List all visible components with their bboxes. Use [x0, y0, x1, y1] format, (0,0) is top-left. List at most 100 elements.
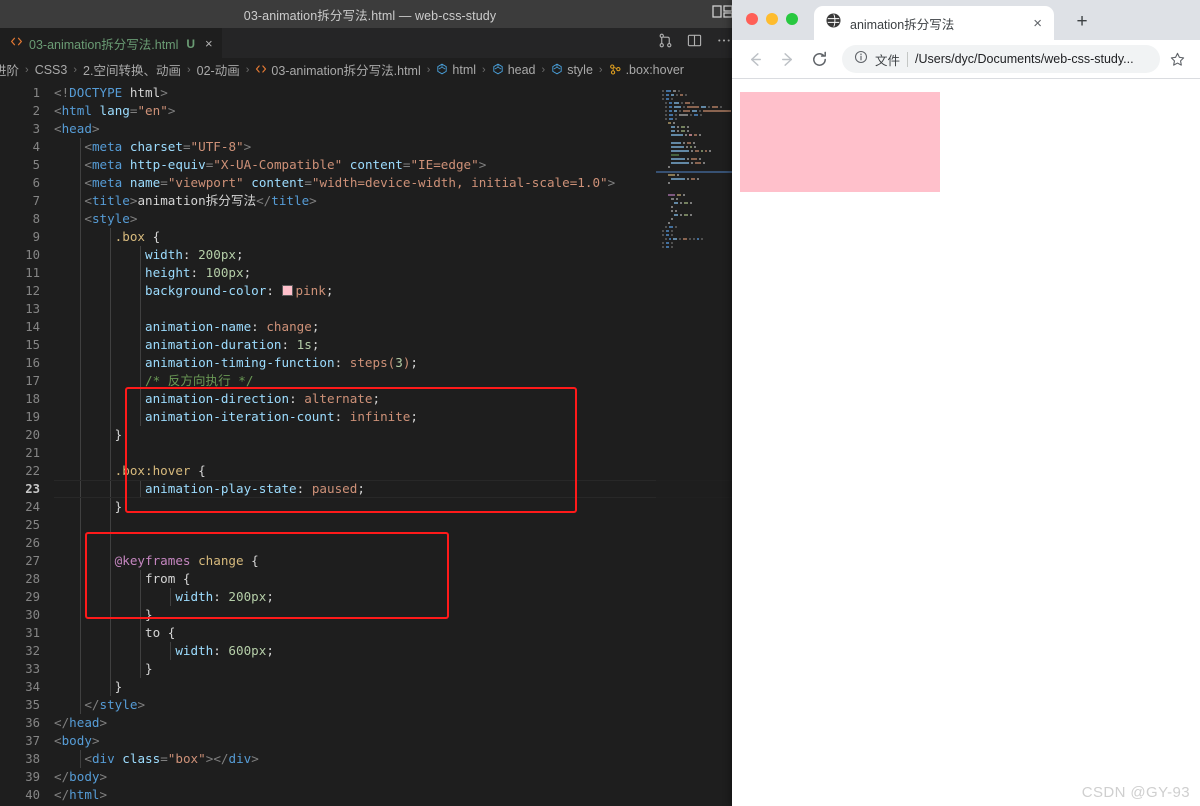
code-token: { — [175, 571, 191, 586]
code-line[interactable]: 38 <div class="box"></div> — [0, 750, 740, 768]
minimap-token — [690, 114, 692, 116]
close-window-button[interactable] — [746, 13, 758, 25]
new-tab-button[interactable]: + — [1069, 8, 1095, 34]
breadcrumb-item[interactable]: 02-动画 — [197, 60, 240, 79]
code-line[interactable]: 28 from { — [0, 570, 740, 588]
code-line[interactable]: 32 width: 600px; — [0, 642, 740, 660]
info-circle-icon[interactable] — [854, 50, 868, 69]
breadcrumb-item[interactable]: 2.空间转换、动画 — [83, 60, 181, 79]
code-line[interactable]: 6 <meta name="viewport" content="width=d… — [0, 174, 740, 192]
forward-button[interactable] — [772, 44, 802, 74]
back-button[interactable] — [740, 44, 770, 74]
indent-guide — [110, 318, 111, 336]
split-editor-icon[interactable] — [687, 33, 702, 53]
indent-guide — [80, 228, 81, 246]
code-line[interactable]: 7 <title>animation拆分写法</title> — [0, 192, 740, 210]
code-line[interactable]: 22 .box:hover { — [0, 462, 740, 480]
breadcrumb-item[interactable]: 03-animation拆分写法.html — [255, 60, 421, 79]
maximize-window-button[interactable] — [786, 13, 798, 25]
code-token: animation-duration — [145, 337, 282, 352]
code-line[interactable]: 35 </style> — [0, 696, 740, 714]
code-line[interactable]: 25 — [0, 516, 740, 534]
indent-guide — [80, 516, 81, 534]
code-line[interactable]: 40 </html> — [0, 786, 740, 804]
minimap-token — [691, 178, 695, 180]
indent-guide — [110, 552, 111, 570]
code-token: ; — [243, 265, 252, 280]
url-text[interactable]: /Users/dyc/Documents/web-css-study... — [915, 52, 1148, 66]
code-token: > — [91, 733, 100, 748]
line-number: 15 — [25, 338, 40, 352]
minimize-window-button[interactable] — [766, 13, 778, 25]
breadcrumb-item[interactable]: CSS3 — [35, 63, 68, 77]
code-line[interactable]: 17 /* 反方向执行 */ — [0, 372, 740, 390]
code-line[interactable]: 19 animation-iteration-count: infinite; — [0, 408, 740, 426]
code-line[interactable]: 34 } — [0, 678, 740, 696]
code-line[interactable]: 30 } — [0, 606, 740, 624]
code-line[interactable]: 2 <html lang="en"> — [0, 102, 740, 120]
code-line-text: <body> — [54, 732, 740, 750]
code-line[interactable]: 11 height: 100px; — [0, 264, 740, 282]
code-line[interactable]: 37 <body> — [0, 732, 740, 750]
code-line[interactable]: 4 <meta charset="UTF-8"> — [0, 138, 740, 156]
code-line[interactable]: 15 animation-duration: 1s; — [0, 336, 740, 354]
indent-guide — [140, 246, 141, 264]
code-token: "IE=edge" — [410, 157, 479, 172]
code-line[interactable]: 9 .box { — [0, 228, 740, 246]
code-token: < — [84, 751, 92, 766]
address-bar[interactable]: 文件 /Users/dyc/Documents/web-css-study... — [842, 45, 1160, 73]
browser-tab[interactable]: animation拆分写法 × — [814, 6, 1054, 40]
code-line[interactable]: 33 } — [0, 660, 740, 678]
code-token: </ — [54, 715, 70, 730]
indent-guide — [80, 642, 81, 660]
editor-layout-icon[interactable] — [712, 4, 734, 24]
code-line[interactable]: 21 — [0, 444, 740, 462]
editor-tab-active[interactable]: 03-animation拆分写法.html U × — [0, 28, 222, 58]
code-line[interactable]: 27 @keyframes change { — [0, 552, 740, 570]
indent-guide — [80, 462, 81, 480]
code-line[interactable]: 36 </head> — [0, 714, 740, 732]
code-line[interactable]: 13 — [0, 300, 740, 318]
source-control-icon[interactable] — [658, 33, 673, 53]
close-icon[interactable]: × — [1029, 16, 1046, 31]
minimap-token — [665, 114, 667, 116]
code-line[interactable]: 23 animation-play-state: paused; — [0, 480, 740, 498]
indent-guide — [80, 372, 81, 390]
more-actions-icon[interactable] — [716, 33, 732, 53]
code-line[interactable]: 10 width: 200px; — [0, 246, 740, 264]
indent-guide — [140, 408, 141, 426]
code-line[interactable]: 39 </body> — [0, 768, 740, 786]
omnibox-divider — [907, 51, 909, 67]
bookmark-star-icon[interactable] — [1162, 44, 1192, 74]
line-number: 28 — [25, 572, 40, 586]
code-line[interactable]: 29 width: 200px; — [0, 588, 740, 606]
breadcrumb-item[interactable]: .box:hover — [609, 63, 684, 77]
code-line[interactable]: 5 <meta http-equiv="X-UA-Compatible" con… — [0, 156, 740, 174]
reload-button[interactable] — [804, 44, 834, 74]
code-line[interactable]: 8 <style> — [0, 210, 740, 228]
code-line[interactable]: 12 background-color: pink; — [0, 282, 740, 300]
breadcrumb-item[interactable]: head — [492, 63, 536, 77]
code-line[interactable]: 3 <head> — [0, 120, 740, 138]
breadcrumb-item[interactable]: html — [436, 63, 476, 77]
code-token: 1s — [296, 337, 312, 352]
line-number: 29 — [25, 590, 40, 604]
minimap-token — [699, 110, 701, 112]
code-line[interactable]: 16 animation-timing-function: steps(3); — [0, 354, 740, 372]
animated-box — [740, 92, 940, 192]
code-line[interactable]: 20 } — [0, 426, 740, 444]
code-line[interactable]: 18 animation-direction: alternate; — [0, 390, 740, 408]
breadcrumb-item[interactable]: style — [551, 63, 593, 77]
breadcrumb-item[interactable]: 进阶 — [0, 60, 19, 79]
code-line[interactable]: 24 } — [0, 498, 740, 516]
minimap-token — [662, 98, 664, 100]
editor-minimap[interactable] — [656, 81, 740, 806]
code-editor[interactable]: 1 <!DOCTYPE html> 2 <html lang="en"> 3 <head>… — [0, 81, 740, 806]
code-line[interactable]: 31 to { — [0, 624, 740, 642]
code-line[interactable]: 26 — [0, 534, 740, 552]
code-line[interactable]: 14 animation-name: change; — [0, 318, 740, 336]
close-icon[interactable]: × — [205, 37, 213, 50]
minimap-token — [671, 246, 673, 248]
code-line[interactable]: 1 <!DOCTYPE html> — [0, 84, 740, 102]
